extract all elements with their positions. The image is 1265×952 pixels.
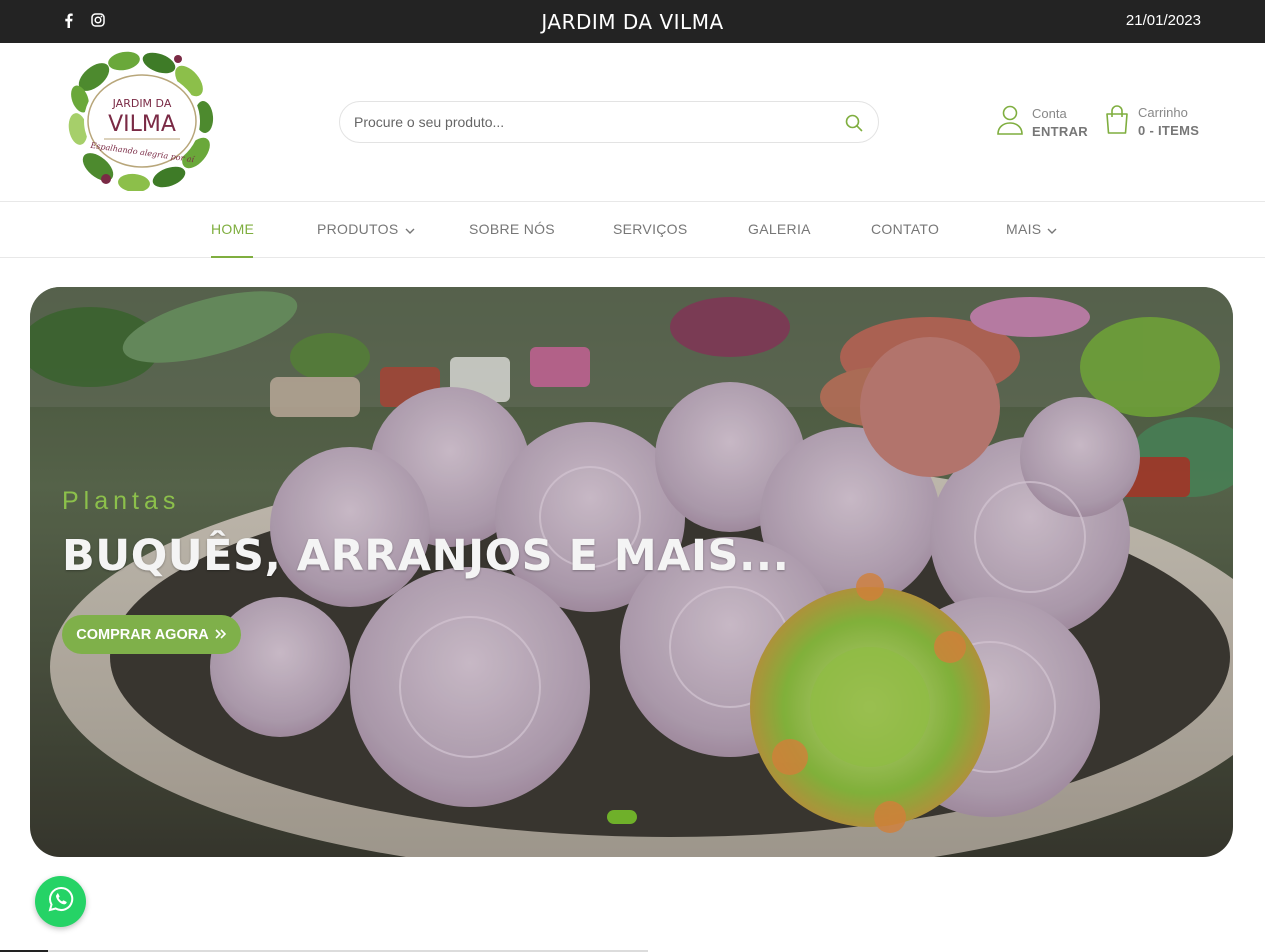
nav-servicos[interactable]: SERVIÇOS bbox=[613, 221, 688, 237]
nav-home[interactable]: HOME bbox=[211, 221, 254, 237]
bottom-divider bbox=[0, 950, 648, 952]
nav-contato-label: CONTATO bbox=[871, 221, 940, 237]
cart-link[interactable]: Carrinho 0 - ITEMS bbox=[1104, 104, 1199, 140]
logo-line2: VILMA bbox=[108, 112, 176, 137]
chevron-down-icon bbox=[405, 221, 415, 237]
nav-sobre[interactable]: SOBRE NÓS bbox=[469, 221, 555, 237]
site-brand: JARDIM DA VILMA bbox=[541, 10, 724, 34]
header: JARDIM DA VILMA Espalhando alegria por a… bbox=[0, 43, 1265, 201]
main-nav: HOME PRODUTOS SOBRE NÓS SERVIÇOS GALERIA… bbox=[0, 201, 1265, 258]
shop-now-button[interactable]: COMPRAR AGORA bbox=[62, 615, 241, 654]
whatsapp-icon bbox=[47, 885, 75, 918]
shop-now-label: COMPRAR AGORA bbox=[76, 626, 209, 643]
account-link[interactable]: Conta ENTRAR bbox=[996, 104, 1088, 141]
cart-count: 0 - ITEMS bbox=[1138, 123, 1200, 138]
double-chevron-right-icon bbox=[215, 627, 227, 643]
nav-mais-label: MAIS bbox=[1006, 221, 1042, 237]
search-bar bbox=[339, 101, 879, 143]
logo[interactable]: JARDIM DA VILMA Espalhando alegria por a… bbox=[64, 49, 216, 193]
whatsapp-button[interactable] bbox=[35, 876, 86, 927]
nav-mais[interactable]: MAIS bbox=[1006, 221, 1057, 237]
nav-galeria[interactable]: GALERIA bbox=[748, 221, 811, 237]
search-input[interactable] bbox=[354, 102, 834, 142]
shopping-bag-icon bbox=[1104, 104, 1130, 140]
account-label: Conta bbox=[1032, 105, 1067, 121]
nav-produtos-label: PRODUTOS bbox=[317, 221, 399, 237]
user-icon bbox=[996, 104, 1024, 141]
nav-home-label: HOME bbox=[211, 221, 255, 237]
hero-kicker: Plantas bbox=[62, 487, 181, 515]
nav-contato[interactable]: CONTATO bbox=[871, 221, 939, 237]
logo-line1: JARDIM DA bbox=[112, 97, 172, 110]
nav-galeria-label: GALERIA bbox=[748, 221, 811, 237]
chevron-down-icon bbox=[1047, 221, 1057, 237]
account-action: ENTRAR bbox=[1032, 123, 1088, 139]
hero-headline: BUQUÊS, ARRANJOS E MAIS... bbox=[62, 531, 790, 581]
cart-label: Carrinho bbox=[1138, 105, 1188, 120]
hero-slider[interactable]: Plantas BUQUÊS, ARRANJOS E MAIS... COMPR… bbox=[30, 287, 1233, 857]
nav-sobre-label: SOBRE NÓS bbox=[469, 221, 555, 237]
current-date: 21/01/2023 bbox=[1125, 12, 1201, 29]
nav-servicos-label: SERVIÇOS bbox=[613, 221, 688, 237]
search-icon[interactable] bbox=[844, 113, 864, 133]
nav-produtos[interactable]: PRODUTOS bbox=[317, 221, 415, 237]
top-bar: JARDIM DA VILMA 21/01/2023 bbox=[0, 0, 1265, 43]
nav-active-indicator bbox=[211, 256, 253, 258]
slider-dot-active[interactable] bbox=[607, 810, 637, 824]
